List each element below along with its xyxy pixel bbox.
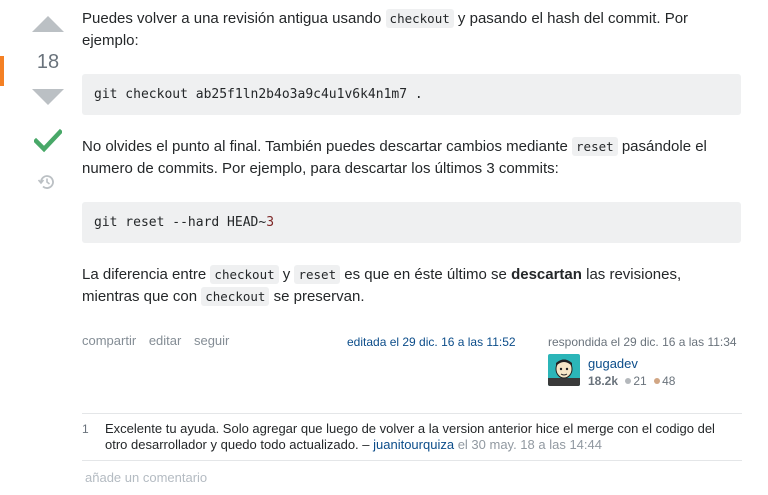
silver-badge-icon	[625, 378, 632, 385]
code-number: 3	[266, 215, 275, 230]
vote-score: 18	[36, 51, 60, 73]
text-segment: Puedes volver a una revisión antigua usa…	[82, 10, 386, 27]
text-segment: numero de commits. Por ejemplo, para des…	[82, 160, 559, 177]
edited-timestamp-link[interactable]: editada el 29 dic. 16 a las 11:52	[347, 335, 516, 349]
silver-badge-count: 21	[633, 374, 647, 388]
text-segment: y pasando el hash del commit. Por	[453, 10, 689, 27]
vote-column: 18	[0, 0, 82, 495]
answer-paragraph-2: No olvides el punto al final. También pu…	[82, 136, 742, 180]
comment-text-line: Excelente tu ayuda. Solo agregar que lue…	[105, 421, 715, 436]
comment-text: Excelente tu ayuda. Solo agregar que lue…	[105, 421, 735, 453]
code-text: git reset --hard HEAD~	[94, 215, 267, 230]
comments-section: 1 Excelente tu ayuda. Solo agregar que l…	[82, 413, 742, 461]
answer-paragraph-1: Puedes volver a una revisión antigua usa…	[82, 8, 742, 52]
downvote-arrow-icon[interactable]	[32, 89, 64, 105]
code-block-reset: git reset --hard HEAD~3	[82, 202, 741, 243]
share-link[interactable]: compartir	[82, 333, 136, 348]
text-segment: se preservan.	[269, 288, 365, 305]
comment-score: 1	[82, 422, 89, 436]
accent-bar	[0, 56, 4, 86]
inline-code: reset	[572, 137, 618, 156]
inline-code: checkout	[385, 9, 454, 28]
history-icon[interactable]	[37, 172, 57, 192]
reputation-score: 18.2k	[588, 374, 619, 388]
comment-text-line: otro desarrollador y quedo todo actualiz…	[105, 437, 374, 452]
follow-link[interactable]: seguir	[194, 333, 229, 348]
edit-link[interactable]: editar	[149, 333, 182, 348]
accepted-check-icon	[34, 128, 62, 153]
inline-code: checkout	[210, 265, 279, 284]
inline-code: reset	[294, 265, 341, 284]
text-segment: No olvides el punto al final. También pu…	[82, 138, 573, 155]
text-segment: La diferencia entre	[82, 266, 211, 283]
add-comment-link[interactable]: añade un comentario	[85, 470, 207, 485]
author-username-link[interactable]: gugadev	[588, 356, 638, 371]
text-segment: pasándole el	[617, 138, 707, 155]
post-menu: compartir editar seguir	[82, 333, 238, 348]
upvote-arrow-icon[interactable]	[32, 16, 64, 32]
text-segment: mientras que con	[82, 288, 202, 305]
bold-text: descartan	[511, 266, 582, 283]
text-segment: es que en éste último se	[340, 266, 512, 283]
text-segment: y	[278, 266, 295, 283]
avatar[interactable]	[548, 354, 580, 386]
author-reputation: 18.2k 21 48	[588, 374, 675, 388]
text-segment: ejemplo:	[82, 32, 139, 49]
text-segment: las revisiones,	[581, 266, 682, 283]
comment-user-link[interactable]: juanitourquiza	[373, 437, 454, 452]
answer-paragraph-3: La diferencia entre checkout y reset es …	[82, 264, 742, 308]
bronze-badge-count: 48	[662, 374, 676, 388]
comment-date[interactable]: el 30 may. 18 a las 14:44	[454, 437, 602, 452]
inline-code: checkout	[201, 287, 270, 306]
answered-timestamp: respondida el 29 dic. 16 a las 11:34	[548, 335, 737, 349]
bronze-badge-icon	[654, 378, 661, 385]
comment-item: 1 Excelente tu ayuda. Solo agregar que l…	[82, 414, 742, 461]
code-block-checkout: git checkout ab25f1ln2b4o3a9c4u1v6k4n1m7…	[82, 74, 741, 115]
